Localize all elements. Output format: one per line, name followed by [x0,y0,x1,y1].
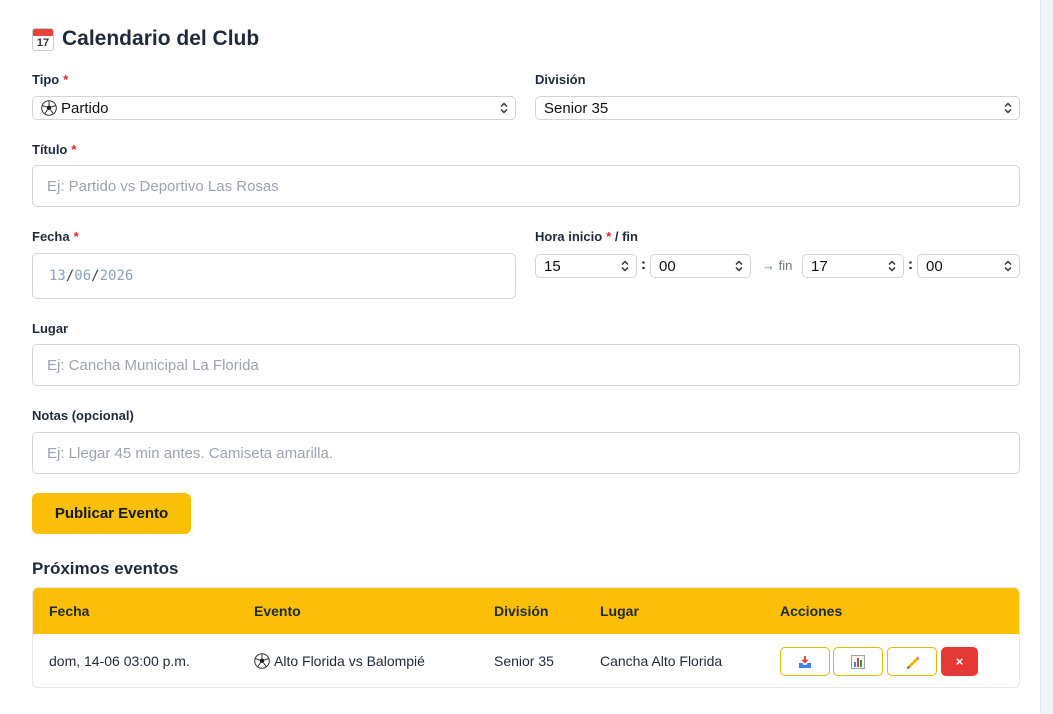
column-header-division: División [494,603,549,619]
tipo-select[interactable]: Partido [32,96,516,120]
lugar-label: Lugar [32,321,69,336]
hora-fin-hour-value: 17 [811,257,828,275]
column-header-fecha: Fecha [49,603,90,619]
cell-fecha: dom, 14-06 03:00 p.m. [49,653,190,669]
proximos-eventos-title: Próximos eventos [32,559,179,578]
pencil-icon [906,656,919,669]
stats-button[interactable] [833,647,883,676]
hora-inicio-hour-value: 15 [544,257,561,275]
hora-inicio-hour-select[interactable]: 15 [535,254,637,278]
close-icon: × [955,654,964,669]
calendar-icon: 17 [32,27,54,51]
lugar-input[interactable] [32,344,1020,386]
column-header-acciones: Acciones [780,603,843,619]
hora-inicio-min-value: 00 [659,257,676,275]
fin-label: → fin [762,258,793,273]
chevron-updown-icon [735,260,743,272]
events-table: Fecha Evento División Lugar Acciones dom… [32,587,1020,688]
column-header-lugar: Lugar [600,603,639,619]
hora-fin-min-value: 00 [926,257,943,275]
chevron-updown-icon [621,260,629,272]
delete-button[interactable]: × [941,647,978,676]
cell-lugar: Cancha Alto Florida [600,653,723,669]
edit-button[interactable] [887,647,937,676]
page-title-text: Calendario del Club [62,27,260,50]
hora-label: Hora inicio * / fin [535,229,638,244]
soccer-ball-icon [41,100,57,116]
division-label: División [535,72,586,87]
notas-input[interactable] [32,432,1020,474]
hora-fin-min-select[interactable]: 00 [917,254,1020,278]
publicar-evento-button[interactable]: Publicar Evento [32,493,191,534]
inbox-button[interactable] [780,647,830,676]
titulo-label: Título * [32,142,77,157]
column-header-evento: Evento [254,603,301,619]
cell-evento: Alto Florida vs Balompié [254,653,425,669]
chevron-updown-icon [1004,260,1012,272]
page-title: 17 Calendario del Club [32,27,259,51]
chevron-updown-icon [1004,102,1012,114]
time-colon: : [641,256,646,273]
tipo-label: Tipo * [32,72,69,87]
bar-chart-icon [851,654,865,669]
tipo-value: Partido [61,99,109,117]
chevron-updown-icon [888,260,896,272]
division-select[interactable]: Senior 35 [535,96,1020,120]
chevron-updown-icon [500,102,508,114]
hora-fin-hour-select[interactable]: 17 [802,254,904,278]
fecha-value: 13/06/2026 [49,268,134,284]
inbox-icon [799,655,811,668]
calendar-card: 17 Calendario del Club Tipo * Partido Div… [0,0,1041,714]
cell-division: Senior 35 [494,653,554,669]
soccer-ball-icon [254,653,270,669]
hora-inicio-min-select[interactable]: 00 [650,254,751,278]
notas-label: Notas (opcional) [32,408,134,423]
fecha-label: Fecha * [32,229,79,244]
fecha-input[interactable]: 13/06/2026 [32,253,516,299]
division-value: Senior 35 [544,99,609,117]
table-header: Fecha Evento División Lugar Acciones [33,588,1019,634]
time-colon: : [908,256,913,273]
titulo-input[interactable] [32,165,1020,207]
